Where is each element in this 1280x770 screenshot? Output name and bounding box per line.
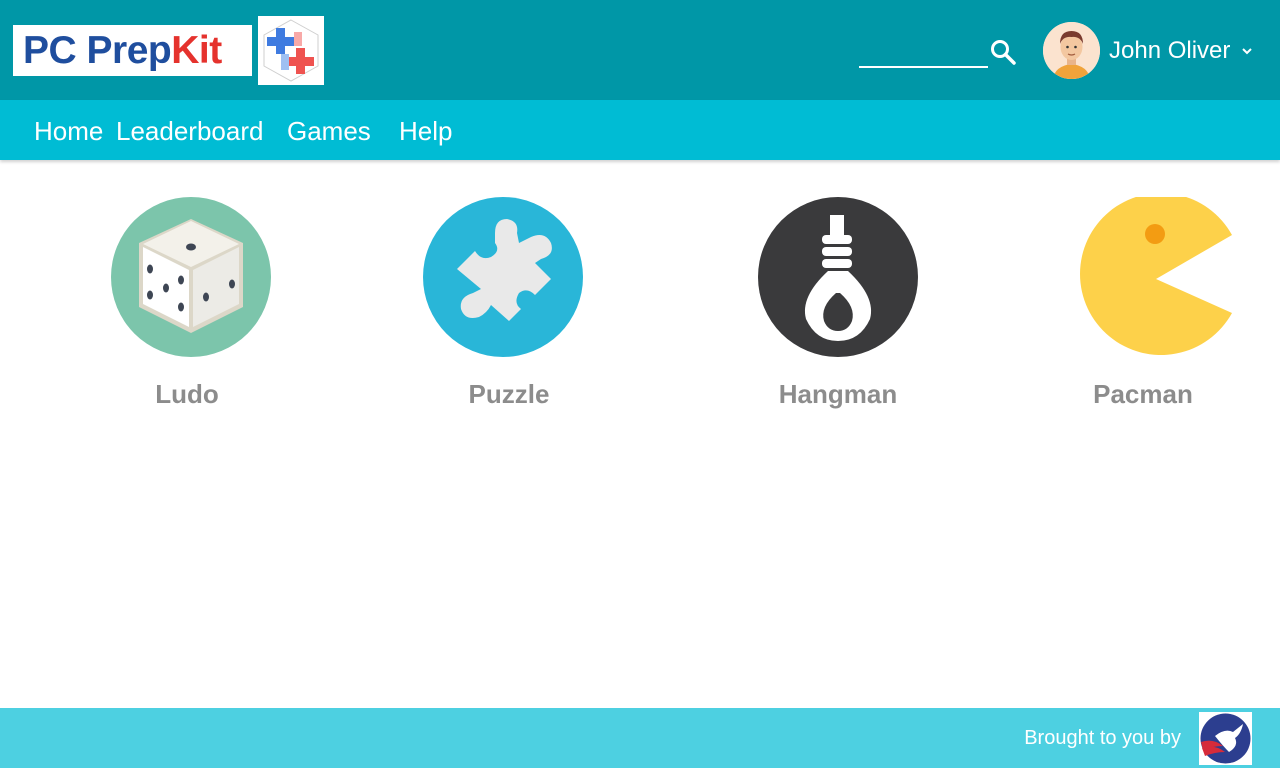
puzzle-piece-icon [423, 197, 583, 357]
nav-item-games[interactable]: Games [287, 116, 371, 146]
nav-item-help[interactable]: Help [399, 116, 452, 146]
game-label-puzzle[interactable]: Puzzle [389, 377, 629, 411]
dice-icon [111, 197, 271, 357]
noose-icon [758, 197, 918, 357]
footer-credit-text: Brought to you by [1024, 727, 1181, 749]
game-label-hangman[interactable]: Hangman [718, 377, 958, 411]
main-nav: Home Leaderboard Games Help [0, 100, 1280, 160]
game-label-ludo[interactable]: Ludo [67, 377, 307, 411]
footer: Brought to you by [0, 708, 1280, 768]
game-card-puzzle[interactable]: Puzzle [389, 197, 629, 427]
user-name[interactable]: John Oliver [1109, 36, 1230, 66]
user-avatar[interactable] [1043, 22, 1100, 79]
game-card-hangman[interactable]: Hangman [718, 197, 958, 427]
game-card-ludo[interactable]: Ludo [67, 197, 307, 427]
game-card-pacman[interactable]: Pacman [1023, 197, 1263, 427]
nav-item-leaderboard[interactable]: Leaderboard [116, 116, 263, 146]
logo-text-main: PC Prep [23, 28, 172, 72]
peace-corps-logo-icon[interactable] [1199, 712, 1252, 765]
pc-prepkit-logo[interactable]: PC Prep Kit [13, 25, 252, 76]
prepkit-crosses-logo-icon [258, 16, 324, 85]
search-input[interactable] [859, 36, 988, 68]
nav-item-home[interactable]: Home [34, 116, 103, 146]
pacman-icon [1080, 197, 1232, 355]
chevron-down-icon[interactable] [1240, 44, 1254, 58]
search-icon[interactable] [989, 38, 1017, 66]
game-label-pacman[interactable]: Pacman [1023, 377, 1263, 411]
app-header: PC Prep Kit John Oliver [0, 0, 1280, 100]
logo-text-accent: Kit [171, 28, 222, 72]
